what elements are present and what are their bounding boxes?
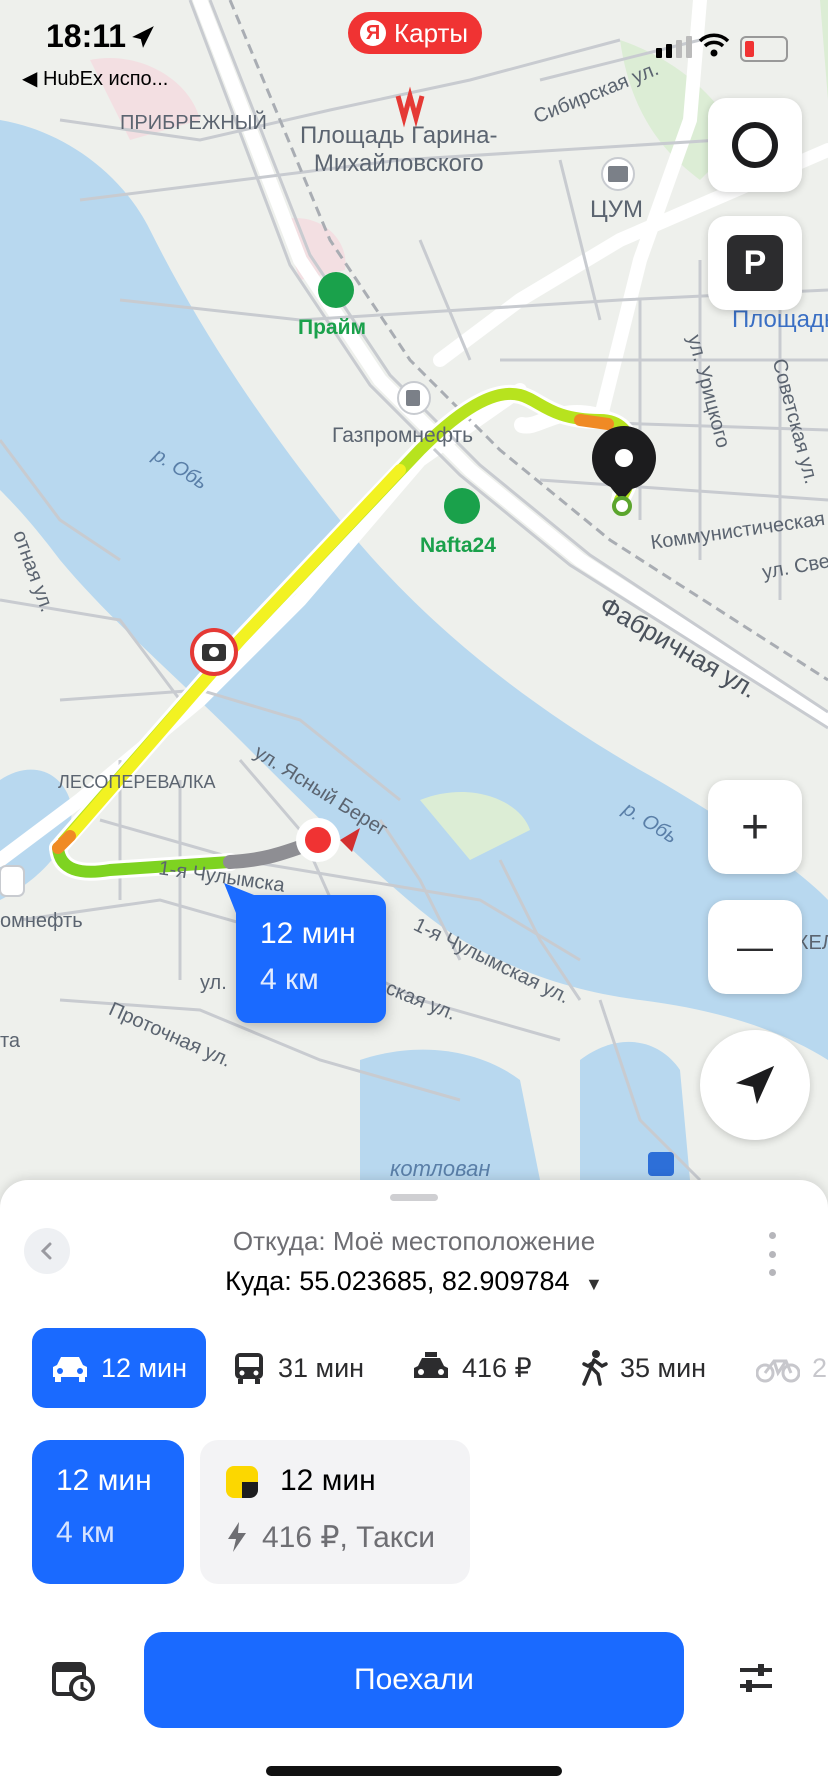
brand-label: Карты: [394, 17, 469, 48]
yandex-logo-icon: Я: [360, 20, 386, 46]
lightning-icon: [228, 1522, 246, 1552]
route-badge-time: 12 мин: [260, 917, 356, 950]
zoom-in-button[interactable]: +: [708, 780, 802, 874]
home-indicator[interactable]: [266, 1766, 562, 1776]
my-location-button[interactable]: [700, 1030, 810, 1140]
taxi-card-time: 12 мин: [280, 1464, 376, 1497]
zoom-out-button[interactable]: —: [708, 900, 802, 994]
mode-walk-label: 35 мин: [620, 1352, 707, 1383]
calendar-clock-icon: [52, 1662, 95, 1701]
map-label-gazpromneft: Газпромнефть: [332, 424, 474, 447]
route-info-badge[interactable]: 12 мин 4 км: [224, 883, 386, 1023]
mode-tab-car[interactable]: 12 мин: [32, 1328, 206, 1408]
back-to-app-link[interactable]: ◀ HubEx испо...: [22, 66, 168, 91]
mode-tab-taxi[interactable]: 416 ₽: [412, 1328, 532, 1408]
alice-icon: [732, 122, 778, 168]
route-option-card[interactable]: 12 мин 4 км: [32, 1440, 184, 1584]
schedule-departure-button[interactable]: [50, 1658, 98, 1702]
mode-tab-transit[interactable]: 31 мин: [232, 1328, 364, 1408]
route-card-distance: 4 км: [56, 1516, 115, 1549]
taxi-option-card[interactable]: 12 мин 416 ₽, Такси: [200, 1440, 470, 1584]
mode-tab-walk[interactable]: 35 мин: [580, 1328, 706, 1408]
badge-pointer: [224, 883, 254, 913]
walk-icon: [582, 1350, 608, 1386]
parking-button[interactable]: P: [708, 216, 802, 310]
map-label-lesoperevalka: ЛЕСОПЕРЕВАЛКА: [58, 772, 216, 792]
mode-car-label: 12 мин: [100, 1352, 188, 1383]
status-time: 18:11: [46, 18, 127, 54]
parking-icon: P: [727, 235, 783, 291]
map-label-metro-station: Площадь Гарина- Михайловского: [300, 122, 498, 177]
route-bottom-sheet: Откуда: Моё местоположение Куда: 55.0236…: [0, 1180, 828, 1792]
mode-taxi-label: 416 ₽: [462, 1352, 532, 1383]
map-label-prime: Прайм: [298, 316, 367, 339]
navigation-arrow-icon: [735, 1065, 775, 1105]
sliders-icon: [740, 1664, 772, 1692]
map-label-ul-cut: ул.: [200, 972, 227, 994]
bus-icon: [235, 1353, 263, 1384]
taxi-card-price: 416 ₽, Такси: [262, 1521, 436, 1554]
map-label-square: Площадь: [732, 306, 828, 333]
go-button[interactable]: Поехали: [144, 1632, 684, 1728]
mode-transit-label: 31 мин: [278, 1352, 365, 1383]
map-label-nafta24: Nafta24: [420, 534, 496, 557]
route-badge-distance: 4 км: [260, 963, 319, 996]
map-label-left-fuel: омнефть: [0, 910, 83, 932]
chevron-down-icon: ▼: [585, 1274, 603, 1294]
route-settings-button[interactable]: [736, 1658, 776, 1698]
mode-tab-bike[interactable]: 2: [756, 1328, 827, 1408]
transport-mode-tabs: 12 мин 31 мин 416 ₽ 35 мин 2: [0, 1328, 828, 1408]
map-label-left-ta: та: [0, 1030, 21, 1052]
route-to-text: Куда: 55.023685, 82.909784: [225, 1266, 570, 1296]
signal-icon: [656, 36, 692, 58]
yandex-maps-badge: Я Карты: [348, 12, 483, 54]
battery-icon: [740, 36, 788, 62]
taxi-icon: [414, 1352, 448, 1378]
bike-icon: [756, 1359, 800, 1383]
route-from[interactable]: Откуда: Моё местоположение: [0, 1226, 828, 1257]
route-card-time: 12 мин: [56, 1464, 152, 1497]
location-arrow-icon: [132, 26, 154, 48]
mode-bike-label: 2: [812, 1352, 828, 1383]
map-label-kotlovan: котлован: [390, 1156, 491, 1181]
more-options-button[interactable]: [760, 1232, 784, 1276]
yandex-go-logo-icon: [226, 1466, 258, 1498]
route-to[interactable]: Куда: 55.023685, 82.909784 ▼: [0, 1266, 828, 1297]
map-view[interactable]: ПРИБРЕЖНЫЙ Площадь Гарина- Михайловского…: [0, 0, 828, 1200]
sheet-drag-handle[interactable]: [390, 1194, 438, 1201]
map-label-pribrezhny: ПРИБРЕЖНЫЙ: [120, 112, 267, 134]
car-icon: [52, 1357, 87, 1382]
map-label-tsum: ЦУМ: [590, 196, 643, 223]
wifi-icon: [698, 33, 730, 57]
alice-assistant-button[interactable]: [708, 98, 802, 192]
